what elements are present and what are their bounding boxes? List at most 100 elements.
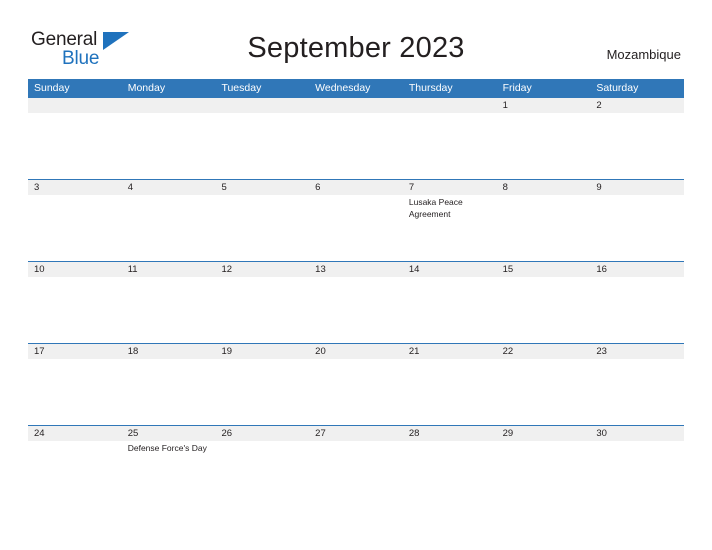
day-of-week-header-row: Sunday Monday Tuesday Wednesday Thursday…	[28, 79, 684, 97]
day-cell[interactable]	[28, 441, 122, 507]
day-cell[interactable]	[590, 441, 684, 507]
day-of-week-tuesday: Tuesday	[221, 82, 262, 94]
page-header: General Blue September 2023 Mozambique	[0, 0, 712, 80]
day-cell[interactable]	[122, 113, 216, 179]
date-number[interactable]: 30	[590, 426, 684, 441]
date-number[interactable]: 16	[590, 262, 684, 277]
day-cell[interactable]	[28, 359, 122, 425]
date-number[interactable]: 25	[122, 426, 216, 441]
date-number[interactable]: 3	[28, 180, 122, 195]
date-number[interactable]: 18	[122, 344, 216, 359]
date-number[interactable]: 7	[403, 180, 497, 195]
calendar-week-row: 1 2	[28, 97, 684, 179]
date-number[interactable]: 15	[497, 262, 591, 277]
date-number[interactable]: 4	[122, 180, 216, 195]
day-cell[interactable]	[309, 359, 403, 425]
day-of-week-thursday: Thursday	[408, 82, 453, 94]
week-date-numbers: 1 2	[28, 97, 684, 113]
date-number[interactable]: 13	[309, 262, 403, 277]
date-number[interactable]	[122, 98, 216, 113]
date-number[interactable]: 10	[28, 262, 122, 277]
date-number[interactable]: 23	[590, 344, 684, 359]
day-cell[interactable]	[28, 113, 122, 179]
date-number[interactable]: 9	[590, 180, 684, 195]
date-number[interactable]	[215, 98, 309, 113]
day-cell[interactable]	[122, 359, 216, 425]
day-cell[interactable]	[497, 359, 591, 425]
day-of-week-sunday: Sunday	[34, 82, 70, 94]
day-cell[interactable]	[403, 441, 497, 507]
date-number[interactable]: 28	[403, 426, 497, 441]
week-date-numbers: 3 4 5 6 7 8 9	[28, 179, 684, 195]
date-number[interactable]: 17	[28, 344, 122, 359]
date-number[interactable]: 21	[403, 344, 497, 359]
day-cell[interactable]: Lusaka Peace Agreement	[403, 195, 497, 261]
day-cell[interactable]	[122, 195, 216, 261]
calendar-page: General Blue September 2023 Mozambique S…	[0, 0, 712, 550]
week-event-row: Lusaka Peace Agreement	[28, 195, 684, 261]
date-number[interactable]: 26	[215, 426, 309, 441]
calendar-week-row: 10 11 12 13 14 15 16	[28, 261, 684, 343]
week-date-numbers: 17 18 19 20 21 22 23	[28, 343, 684, 359]
date-number[interactable]: 24	[28, 426, 122, 441]
day-cell[interactable]	[309, 277, 403, 343]
week-date-numbers: 10 11 12 13 14 15 16	[28, 261, 684, 277]
date-number[interactable]: 5	[215, 180, 309, 195]
date-number[interactable]: 20	[309, 344, 403, 359]
day-cell[interactable]	[309, 441, 403, 507]
day-cell[interactable]	[215, 359, 309, 425]
day-cell[interactable]	[309, 195, 403, 261]
date-number[interactable]: 2	[590, 98, 684, 113]
day-cell[interactable]	[403, 359, 497, 425]
calendar-week-row: 3 4 5 6 7 8 9 Lusaka Peace Agreement	[28, 179, 684, 261]
day-of-week-friday: Friday	[502, 82, 532, 94]
date-number[interactable]: 1	[497, 98, 591, 113]
week-date-numbers: 24 25 26 27 28 29 30	[28, 425, 684, 441]
day-cell[interactable]	[403, 113, 497, 179]
date-number[interactable]: 22	[497, 344, 591, 359]
page-title: September 2023	[247, 32, 465, 64]
day-of-week-wednesday: Wednesday	[315, 82, 371, 94]
day-cell[interactable]	[497, 441, 591, 507]
day-cell[interactable]	[122, 277, 216, 343]
day-of-week-monday: Monday	[127, 82, 166, 94]
date-number[interactable]	[403, 98, 497, 113]
event-label: Lusaka Peace Agreement	[408, 197, 463, 219]
day-cell[interactable]	[215, 195, 309, 261]
day-cell[interactable]	[497, 277, 591, 343]
day-of-week-saturday: Saturday	[596, 82, 639, 94]
date-number[interactable]: 6	[309, 180, 403, 195]
day-cell[interactable]	[309, 113, 403, 179]
week-event-row	[28, 113, 684, 179]
date-number[interactable]	[28, 98, 122, 113]
day-cell[interactable]	[590, 195, 684, 261]
day-cell[interactable]	[590, 277, 684, 343]
date-number[interactable]: 29	[497, 426, 591, 441]
calendar-grid: Sunday Monday Tuesday Wednesday Thursday…	[28, 79, 684, 507]
day-cell[interactable]: Defense Force's Day	[122, 441, 216, 507]
week-event-row	[28, 277, 684, 343]
day-cell[interactable]	[215, 113, 309, 179]
date-number[interactable]: 27	[309, 426, 403, 441]
country-label: Mozambique	[606, 47, 681, 62]
date-number[interactable]: 12	[215, 262, 309, 277]
date-number[interactable]	[309, 98, 403, 113]
day-cell[interactable]	[497, 113, 591, 179]
event-label: Defense Force's Day	[127, 443, 207, 453]
date-number[interactable]: 8	[497, 180, 591, 195]
day-cell[interactable]	[28, 277, 122, 343]
day-cell[interactable]	[497, 195, 591, 261]
day-cell[interactable]	[28, 195, 122, 261]
day-cell[interactable]	[215, 277, 309, 343]
date-number[interactable]: 11	[122, 262, 216, 277]
calendar-week-row: 17 18 19 20 21 22 23	[28, 343, 684, 425]
calendar-week-row: 24 25 26 27 28 29 30 Defense Force's Day	[28, 425, 684, 507]
day-cell[interactable]	[590, 113, 684, 179]
week-event-row: Defense Force's Day	[28, 441, 684, 507]
day-cell[interactable]	[215, 441, 309, 507]
date-number[interactable]: 14	[403, 262, 497, 277]
day-cell[interactable]	[403, 277, 497, 343]
week-event-row	[28, 359, 684, 425]
date-number[interactable]: 19	[215, 344, 309, 359]
day-cell[interactable]	[590, 359, 684, 425]
